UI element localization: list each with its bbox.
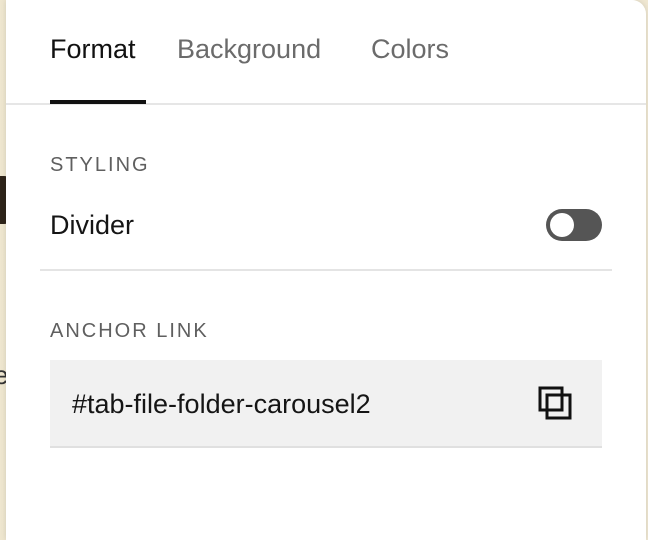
active-tab-indicator	[50, 100, 146, 104]
tab-bar: Format Background Colors	[6, 0, 646, 105]
tab-format[interactable]: Format	[50, 34, 136, 65]
anchor-link-value: #tab-file-folder-carousel2	[72, 389, 371, 419]
tab-background[interactable]: Background	[177, 34, 321, 65]
settings-panel: Format Background Colors STYLING Divider…	[6, 0, 646, 540]
copy-icon[interactable]	[536, 384, 576, 424]
section-divider	[40, 269, 612, 271]
tab-colors[interactable]: Colors	[371, 34, 449, 65]
anchor-link-field[interactable]: #tab-file-folder-carousel2	[50, 360, 602, 448]
styling-section-label: STYLING	[50, 154, 150, 176]
divider-toggle[interactable]	[546, 209, 602, 241]
toggle-knob	[550, 213, 574, 237]
divider-label: Divider	[50, 210, 135, 240]
anchor-link-section-label: ANCHOR LINK	[50, 320, 209, 342]
